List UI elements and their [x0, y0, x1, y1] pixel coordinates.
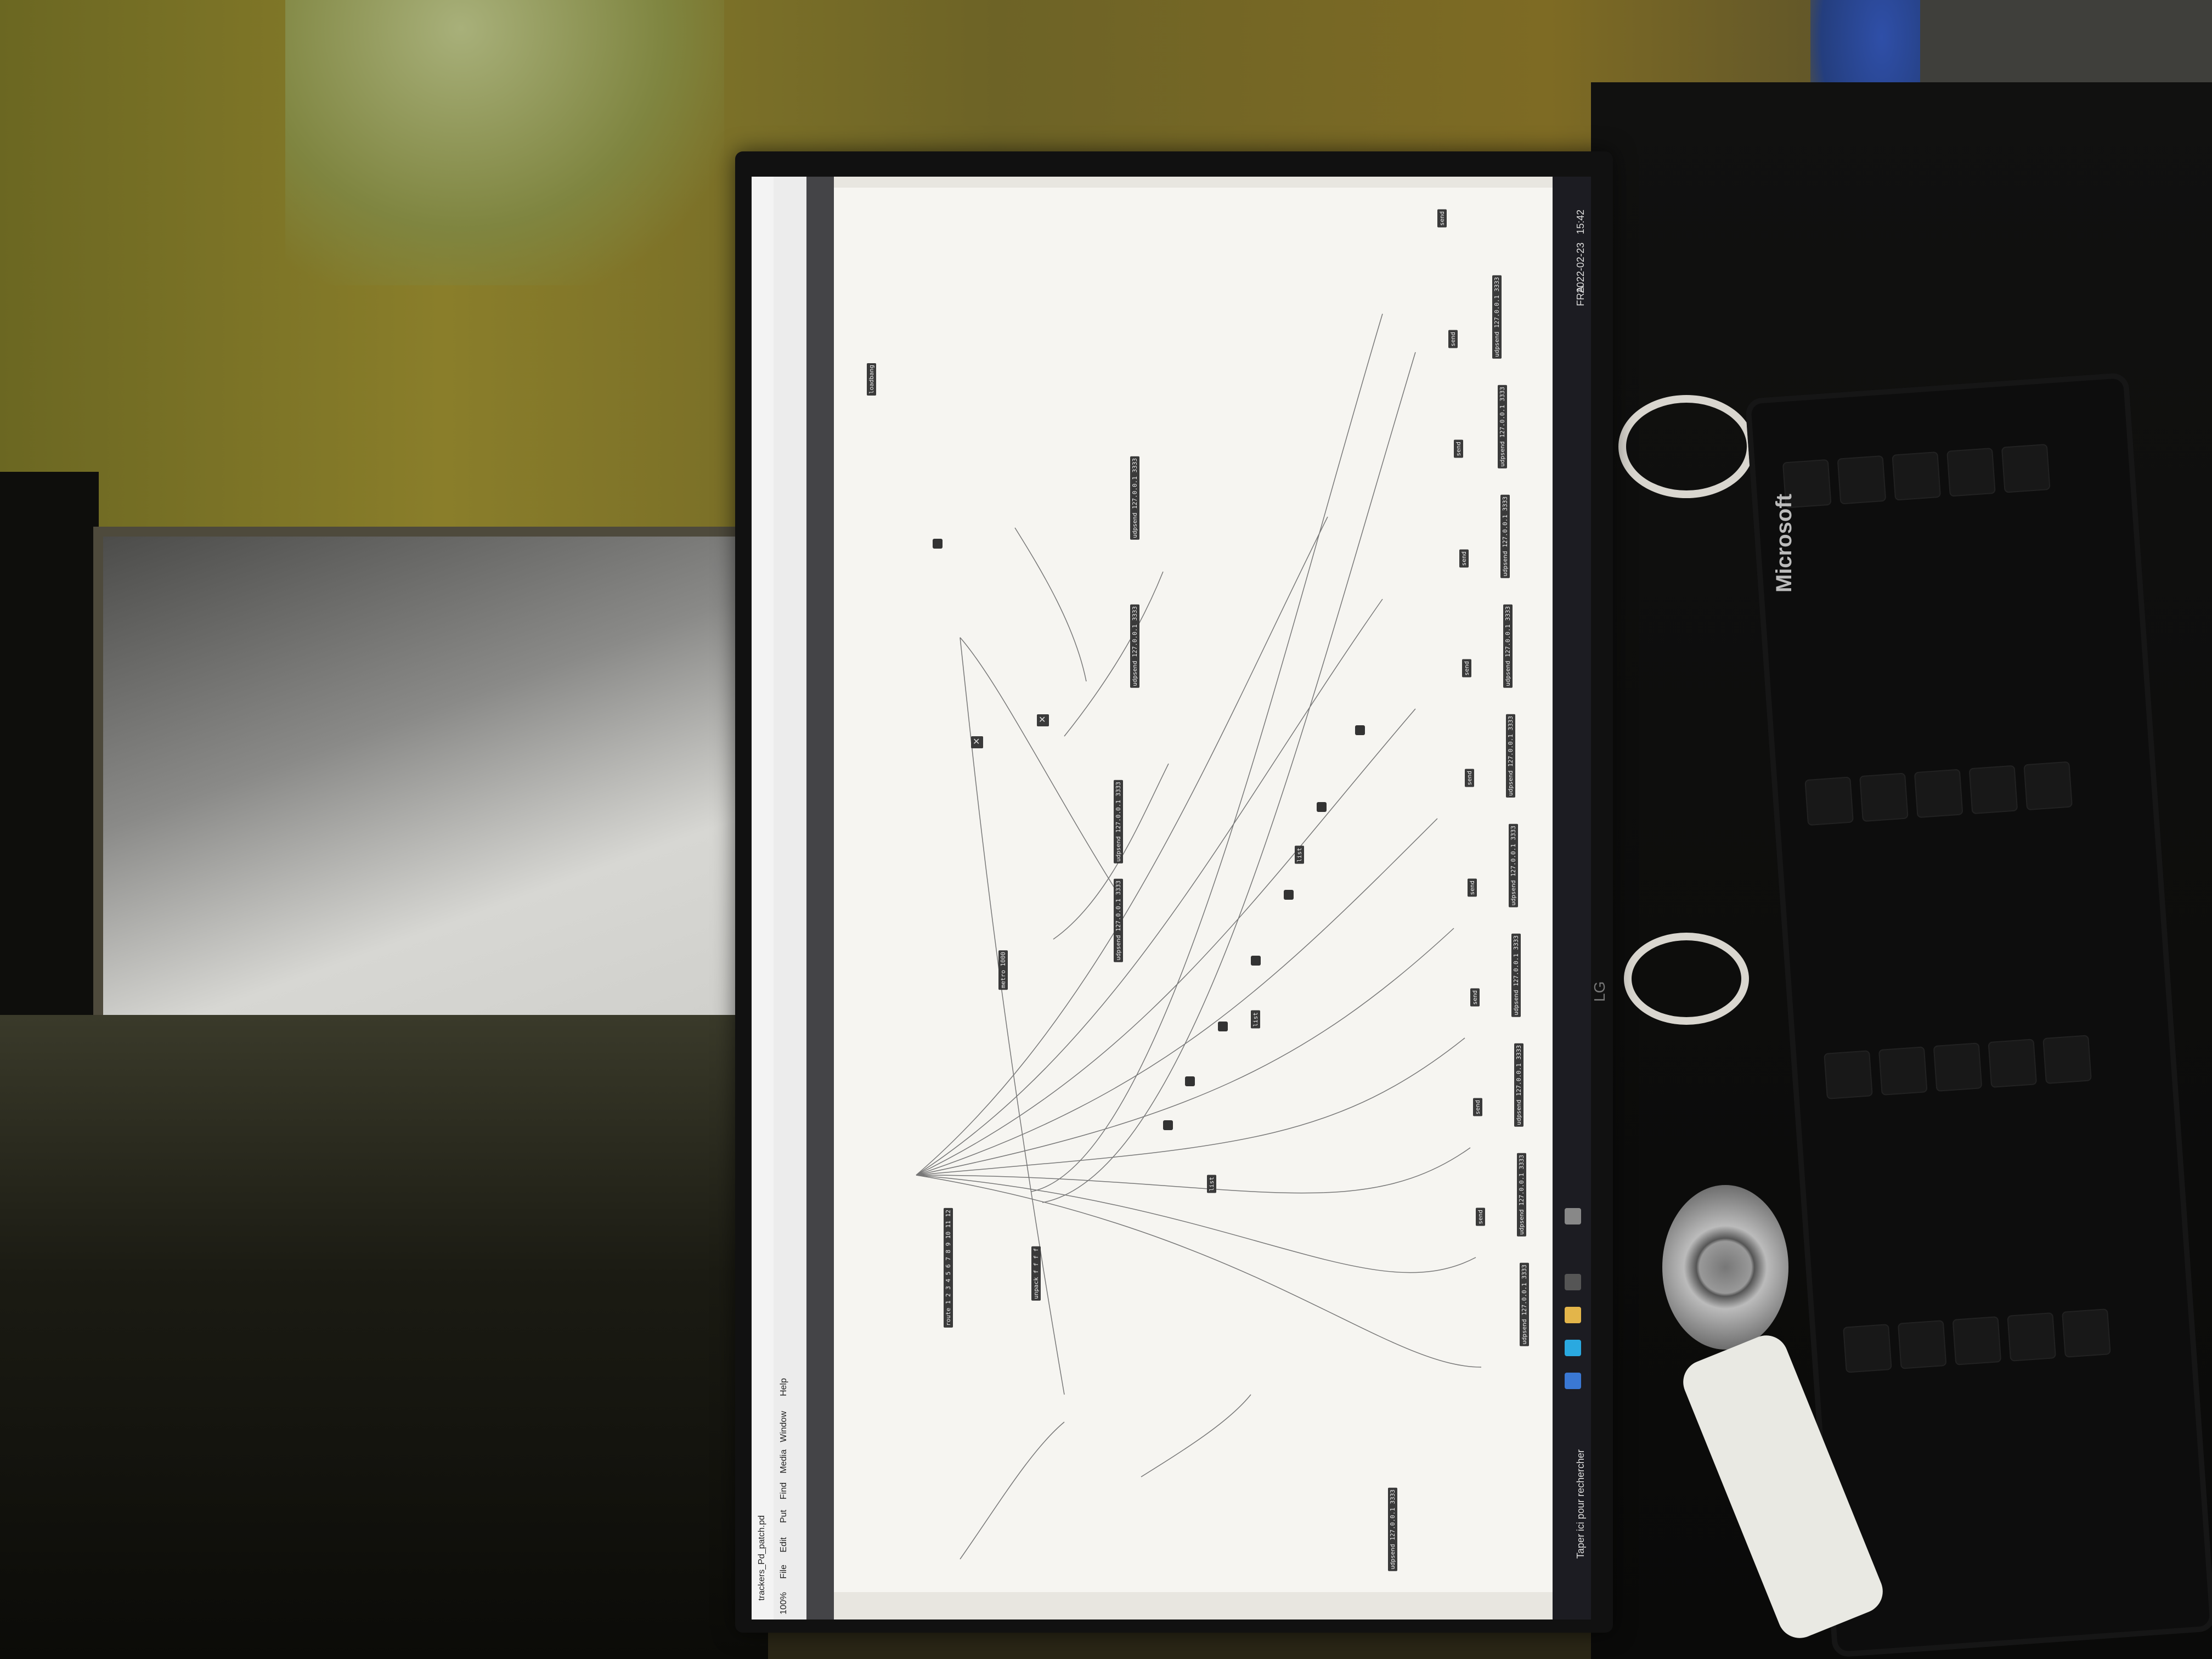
patch-object-send[interactable]: send — [1476, 1208, 1485, 1226]
keyboard-key — [1946, 447, 1996, 497]
menu-put[interactable]: Put — [779, 1510, 789, 1523]
pd-app-icon[interactable] — [1565, 1208, 1581, 1224]
patch-object-send[interactable]: send — [1473, 1098, 1482, 1116]
patch-object-send[interactable]: send — [1465, 769, 1474, 787]
patch-object-udpsend[interactable]: udpsend 127.0.0.1 3333 — [1114, 780, 1123, 864]
patch-object-send[interactable]: send — [1459, 550, 1469, 568]
keyboard-key — [1968, 765, 2018, 815]
keyboard-key — [2042, 1035, 2092, 1085]
patch-object-send[interactable]: send — [1462, 659, 1471, 678]
patch-object-send[interactable]: send — [1470, 989, 1480, 1007]
patch-bang[interactable] — [1317, 802, 1327, 812]
keyboard-key — [1824, 1050, 1873, 1099]
window-title: trackers_Pd_patch.pd — [757, 1515, 766, 1601]
patch-bang[interactable] — [1355, 725, 1365, 735]
keyboard-key — [1859, 772, 1909, 822]
patch-object-udpsend[interactable]: udpsend 127.0.0.1 3333 — [1114, 879, 1123, 962]
patch-object-send[interactable]: send — [1448, 330, 1458, 348]
patch-object-list[interactable]: list — [1207, 1175, 1216, 1193]
cable-reel — [1662, 1185, 1788, 1350]
app-icon[interactable] — [1565, 1274, 1581, 1290]
patch-object-metro[interactable]: metro 1000 — [998, 950, 1008, 990]
patch-object-udpsend[interactable]: udpsend 127.0.0.1 3333 — [1503, 605, 1513, 688]
patch-object-udpsend[interactable]: udpsend 127.0.0.1 3333 — [1500, 495, 1510, 578]
keyboard-key — [1933, 1042, 1983, 1092]
patch-object-udpsend[interactable]: udpsend 127.0.0.1 3333 — [1520, 1263, 1529, 1346]
toolbar — [806, 177, 834, 1620]
patch-object-udpsend[interactable]: udpsend 127.0.0.1 3333 — [1492, 275, 1502, 359]
desk-shadow — [0, 1015, 768, 1659]
folder-icon[interactable] — [1565, 1307, 1581, 1323]
keyboard-key — [2007, 1312, 2056, 1362]
menu-media[interactable]: Media — [779, 1449, 789, 1474]
patch-bang[interactable] — [933, 539, 943, 549]
patch-bang[interactable] — [1251, 956, 1261, 966]
patch-object-udpsend[interactable]: udpsend 127.0.0.1 3333 — [1509, 824, 1518, 907]
window-titlebar: trackers_Pd_patch.pd — [752, 177, 774, 1620]
keyboard-key — [1843, 1324, 1892, 1373]
patch-object-unpack[interactable]: unpack f f f f — [1031, 1246, 1041, 1301]
keyboard-key — [2023, 761, 2073, 811]
keyboard-key — [1837, 455, 1887, 505]
usb-cable — [1618, 395, 1754, 498]
keyboard-key — [2062, 1308, 2111, 1358]
patch-object-send[interactable]: send — [1454, 440, 1463, 458]
light-box — [93, 527, 771, 1040]
file-explorer-icon[interactable] — [1565, 1373, 1581, 1389]
menubar: File Edit Put Find Media Window Help 100… — [774, 177, 807, 1620]
patch-object-udpsend[interactable]: udpsend 127.0.0.1 3333 — [1511, 934, 1521, 1017]
keyboard-key — [1892, 451, 1942, 501]
patch-object-udpsend[interactable]: udpsend 127.0.0.1 3333 — [1130, 605, 1139, 688]
patch-object-send[interactable]: send — [1468, 879, 1477, 897]
patch-object-loadbang[interactable]: loadbang — [867, 363, 876, 396]
patch-toggle[interactable] — [1037, 714, 1049, 726]
keyboard-key — [1804, 776, 1854, 826]
patch-object-udpsend[interactable]: udpsend 127.0.0.1 3333 — [1506, 714, 1515, 798]
projected-light — [285, 0, 724, 285]
patch-bang[interactable] — [1218, 1022, 1228, 1031]
taskbar-time: 15:42 — [1575, 210, 1586, 235]
patch-canvas[interactable]: loadbang route 1 2 3 4 5 6 7 8 9 10 11 1… — [834, 188, 1553, 1592]
patch-object-route[interactable]: route 1 2 3 4 5 6 7 8 9 10 11 12 — [944, 1208, 953, 1328]
patch-wires — [916, 313, 1482, 1560]
menu-help[interactable]: Help — [779, 1378, 789, 1396]
patch-bang[interactable] — [1185, 1076, 1195, 1086]
patch-toggle[interactable] — [971, 736, 983, 748]
keyboard-key — [2001, 443, 2051, 493]
menu-window[interactable]: Window — [779, 1411, 789, 1442]
menu-find[interactable]: Find — [779, 1482, 789, 1499]
patch-object-udpsend[interactable]: udpsend 127.0.0.1 3333 — [1498, 385, 1507, 469]
usb-cable — [1624, 933, 1749, 1025]
patch-object-send[interactable]: send — [1437, 210, 1447, 228]
keyboard-logo: Microsoft — [1772, 494, 1796, 592]
menu-file[interactable]: File — [779, 1565, 789, 1579]
monitor-logo: LG — [1591, 981, 1608, 1002]
patch-object-list[interactable]: list — [1251, 1011, 1260, 1029]
patch-object-udpsend[interactable]: udpsend 127.0.0.1 3333 — [1130, 456, 1139, 540]
menu-edit[interactable]: Edit — [779, 1537, 789, 1553]
taskbar: Taper ici pour rechercher 15:42 2022-02-… — [1553, 177, 1591, 1620]
patch-bang[interactable] — [1284, 890, 1294, 900]
taskbar-search[interactable]: Taper ici pour rechercher — [1575, 1449, 1587, 1559]
screen: trackers_Pd_patch.pd File Edit Put Find … — [752, 177, 1591, 1620]
zoom-level: 100% — [779, 1592, 788, 1615]
keyboard-key — [1988, 1039, 2038, 1088]
patch-object-list[interactable]: list — [1295, 846, 1304, 864]
keyboard-key — [1952, 1316, 2002, 1365]
keyboard-key — [1897, 1320, 1947, 1369]
keyboard-key — [1878, 1046, 1928, 1096]
patch-bang[interactable] — [1163, 1120, 1173, 1130]
taskbar-date: 2022-02-23 — [1575, 242, 1586, 294]
patch-object-udpsend[interactable]: udpsend 127.0.0.1 3333 — [1514, 1043, 1523, 1127]
edge-icon[interactable] — [1565, 1340, 1581, 1356]
taskbar-language: FRA — [1575, 286, 1586, 306]
patch-object-udpsend[interactable]: udpsend 127.0.0.1 3333 — [1388, 1488, 1397, 1571]
keyboard-key — [1914, 769, 1963, 819]
patch-object-udpsend[interactable]: udpsend 127.0.0.1 3333 — [1517, 1153, 1526, 1237]
monitor: trackers_Pd_patch.pd File Edit Put Find … — [735, 151, 1613, 1633]
